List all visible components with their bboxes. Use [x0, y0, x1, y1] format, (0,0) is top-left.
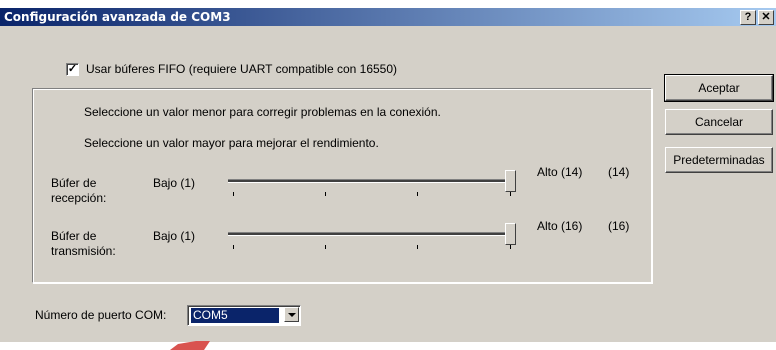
advanced-settings-dialog: Configuración avanzada de COM3 ? ✕ ✓ Usa…: [0, 8, 776, 350]
slider-tick: [417, 245, 418, 249]
ok-button[interactable]: Aceptar: [664, 74, 774, 102]
slider-tick: [510, 245, 511, 249]
transmit-high-label: Alto (16): [537, 219, 583, 233]
chevron-down-icon[interactable]: [284, 307, 299, 322]
slider-tick: [417, 192, 418, 196]
transmit-slider-track[interactable]: [228, 232, 516, 236]
hint-higher-text: Seleccione un valor mayor para mejorar e…: [84, 136, 379, 150]
slider-tick: [233, 192, 234, 196]
receive-buffer-label: Búfer de recepción:: [51, 176, 107, 205]
receive-slider-track[interactable]: [228, 179, 516, 183]
receive-slider-thumb[interactable]: [505, 170, 516, 192]
hint-lower-text: Seleccione un valor menor para corregir …: [84, 105, 441, 119]
receive-low-label: Bajo (1): [153, 176, 196, 190]
title-bar[interactable]: Configuración avanzada de COM3 ? ✕: [0, 8, 776, 26]
defaults-button[interactable]: Predeterminadas: [665, 147, 773, 173]
receive-value: (14): [608, 165, 630, 179]
slider-tick: [325, 192, 326, 196]
transmit-value: (16): [608, 219, 630, 233]
transmit-low-label: Bajo (1): [153, 229, 196, 243]
transmit-slider-thumb[interactable]: [505, 223, 516, 245]
close-button[interactable]: ✕: [758, 10, 774, 25]
com-port-selected-value[interactable]: COM5: [191, 308, 279, 323]
slider-tick: [325, 245, 326, 249]
cancel-button[interactable]: Cancelar: [665, 109, 773, 135]
fifo-checkbox-label[interactable]: Usar búferes FIFO (requiere UART compati…: [86, 62, 397, 76]
receive-high-label: Alto (14): [537, 165, 583, 179]
com-port-label: Número de puerto COM:: [35, 308, 167, 322]
slider-tick: [510, 192, 511, 196]
slider-tick: [233, 245, 234, 249]
window-title: Configuración avanzada de COM3: [4, 10, 231, 24]
help-button[interactable]: ?: [740, 10, 756, 25]
fifo-checkbox[interactable]: ✓: [66, 63, 79, 76]
annotation-arrow-icon: [170, 341, 210, 350]
transmit-buffer-label: Búfer de transmisión:: [51, 229, 116, 258]
com-port-select[interactable]: COM5: [187, 305, 301, 326]
